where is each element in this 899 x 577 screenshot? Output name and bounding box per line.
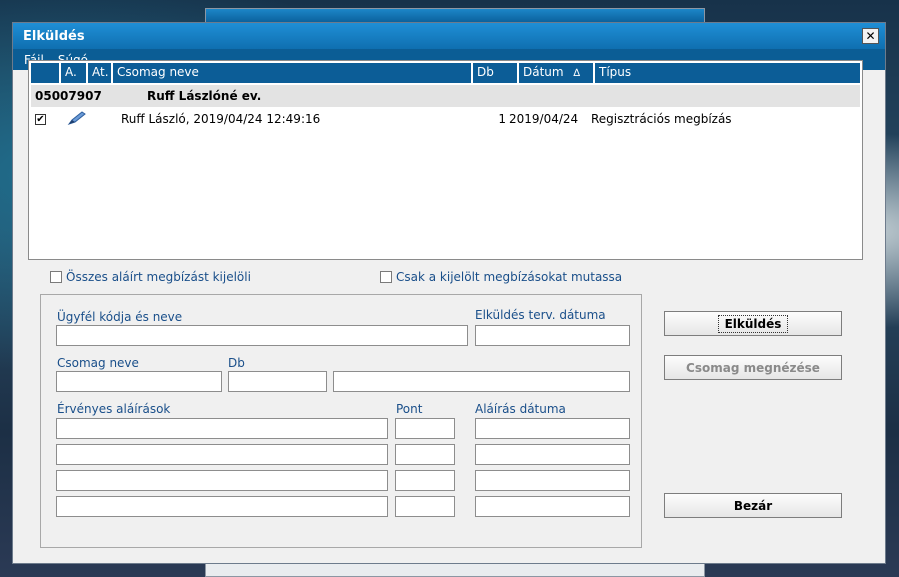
close-dialog-button[interactable]: Bezár (664, 493, 842, 518)
sign-date-label: Aláírás dátuma (475, 402, 566, 416)
sign-date-field-1[interactable] (475, 418, 630, 439)
show-selected-checkbox[interactable] (380, 271, 392, 283)
db-label: Db (228, 356, 245, 370)
table-row[interactable]: ✔ Ruff László, 2019/04/24 12:49:16 1 201… (31, 109, 860, 129)
db-field[interactable] (228, 371, 327, 392)
column-checkbox[interactable] (31, 63, 61, 83)
signature-field-2[interactable] (56, 444, 388, 465)
sign-date-field-4[interactable] (475, 496, 630, 517)
close-icon: ✕ (865, 29, 876, 43)
close-button[interactable]: ✕ (862, 28, 879, 44)
column-type[interactable]: Típus (595, 63, 860, 83)
column-db[interactable]: Db (473, 63, 519, 83)
send-date-field[interactable] (475, 325, 630, 346)
point-label: Pont (396, 402, 423, 416)
group-row[interactable]: 05007907 Ruff Lászlóné ev. (31, 85, 860, 107)
client-field[interactable] (56, 325, 468, 346)
row-type: Regisztrációs megbízás (591, 112, 732, 126)
column-date-label: Dátum (523, 65, 564, 79)
show-selected-option[interactable]: Csak a kijelölt megbízásokat mutassa (380, 270, 622, 284)
client-label: Ügyfél kódja és neve (57, 310, 183, 324)
point-field-2[interactable] (395, 444, 455, 465)
point-field-4[interactable] (395, 496, 455, 517)
close-dialog-button-label: Bezár (733, 498, 773, 513)
package-name-label: Csomag neve (57, 356, 139, 370)
sort-ascending-icon: ∆ (573, 68, 581, 79)
column-package-name[interactable]: Csomag neve (113, 63, 473, 83)
signature-field-1[interactable] (56, 418, 388, 439)
dialog-titlebar: Elküldés ✕ (13, 23, 885, 49)
signatures-label: Érvényes aláírások (57, 402, 171, 416)
send-button[interactable]: Elküldés (664, 311, 842, 336)
package-name-field[interactable] (56, 371, 222, 392)
background-window-titlebar (206, 9, 704, 23)
row-checkbox[interactable]: ✔ (35, 113, 46, 125)
column-date[interactable]: Dátum ∆ (519, 63, 595, 83)
row-date: 2019/04/24 (509, 112, 579, 126)
view-package-button[interactable]: Csomag megnézése (664, 355, 842, 380)
select-all-label: Összes aláírt megbízást kijelöli (66, 270, 251, 284)
column-a[interactable]: A. (61, 63, 88, 83)
sign-date-field-2[interactable] (475, 444, 630, 465)
row-package-name: Ruff László, 2019/04/24 12:49:16 (121, 112, 321, 126)
row-db: 1 (498, 112, 506, 126)
point-field-3[interactable] (395, 470, 455, 491)
dialog-title: Elküldés (23, 28, 85, 44)
signature-field-3[interactable] (56, 470, 388, 491)
select-all-option[interactable]: Összes aláírt megbízást kijelöli (50, 270, 251, 284)
send-date-label: Elküldés terv. dátuma (475, 308, 606, 322)
point-field-1[interactable] (395, 418, 455, 439)
show-selected-label: Csak a kijelölt megbízásokat mutassa (396, 270, 623, 284)
pen-icon (61, 110, 117, 128)
sign-date-field-3[interactable] (475, 470, 630, 491)
send-button-label: Elküldés (717, 314, 789, 333)
package-extra-field[interactable] (333, 371, 630, 392)
list-header: A. At. Csomag neve Db Dátum ∆ Típus (31, 63, 860, 83)
package-list[interactable]: A. At. Csomag neve Db Dátum ∆ Típus 0500… (28, 60, 863, 260)
signature-field-4[interactable] (56, 496, 388, 517)
view-package-button-label: Csomag megnézése (686, 360, 820, 375)
select-all-checkbox[interactable] (50, 271, 62, 283)
column-at[interactable]: At. (88, 63, 113, 83)
group-code: 05007907 (35, 89, 102, 103)
group-name: Ruff Lászlóné ev. (147, 89, 262, 103)
